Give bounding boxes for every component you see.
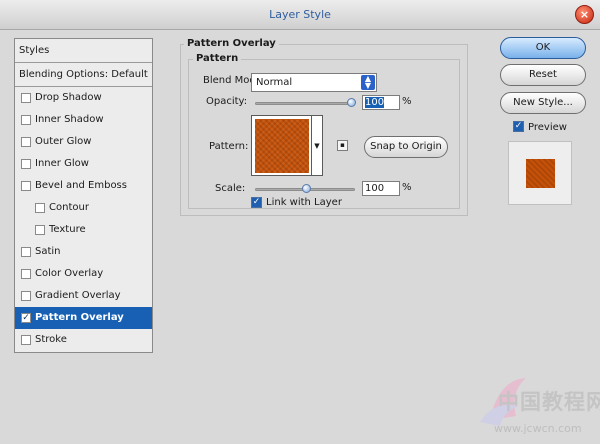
style-item-label: Bevel and Emboss xyxy=(35,180,127,191)
style-item[interactable]: Texture xyxy=(15,219,152,241)
style-item-label: Satin xyxy=(35,246,61,257)
style-checkbox[interactable] xyxy=(21,137,31,147)
snap-to-origin-button[interactable]: Snap to Origin xyxy=(364,136,448,158)
watermark-chinese: 中国教程网 xyxy=(498,390,600,414)
style-checkbox[interactable]: ✓ xyxy=(21,313,31,323)
style-item-label: Drop Shadow xyxy=(35,92,102,103)
scale-percent-sign: % xyxy=(402,182,412,193)
style-item-label: Contour xyxy=(49,202,89,213)
style-item-label: Color Overlay xyxy=(35,268,104,279)
style-item-label: Gradient Overlay xyxy=(35,290,121,301)
pattern-dropdown-arrow-icon[interactable]: ▼ xyxy=(312,115,323,176)
pattern-label: Pattern: xyxy=(209,141,249,152)
reset-button[interactable]: Reset xyxy=(500,64,586,86)
scale-slider[interactable] xyxy=(255,184,355,193)
opacity-input[interactable]: 100 xyxy=(362,95,400,110)
dropdown-arrow-icon: ▲ ▼ xyxy=(361,75,375,90)
close-icon[interactable]: × xyxy=(575,5,594,24)
opacity-slider[interactable] xyxy=(255,98,356,107)
style-item-label: Inner Glow xyxy=(35,158,89,169)
style-item[interactable]: Gradient Overlay xyxy=(15,285,152,307)
style-item-label: Inner Shadow xyxy=(35,114,104,125)
styles-list: Styles Blending Options: Default Drop Sh… xyxy=(14,38,153,353)
style-item[interactable]: Inner Shadow xyxy=(15,109,152,131)
blend-mode-value: Normal xyxy=(256,77,293,88)
pattern-picker[interactable] xyxy=(251,115,312,176)
style-item-label: Texture xyxy=(49,224,86,235)
style-item[interactable]: Color Overlay xyxy=(15,263,152,285)
opacity-label: Opacity: xyxy=(206,96,248,107)
opacity-value: 100 xyxy=(365,97,385,108)
styles-header[interactable]: Styles xyxy=(15,39,152,63)
style-checkbox[interactable] xyxy=(21,93,31,103)
style-checkbox[interactable] xyxy=(21,181,31,191)
scale-label: Scale: xyxy=(215,183,246,194)
scale-slider-thumb[interactable] xyxy=(301,184,311,193)
style-item[interactable]: Satin xyxy=(15,241,152,263)
style-item[interactable]: Contour xyxy=(15,197,152,219)
style-checkbox[interactable] xyxy=(21,335,31,345)
style-checkbox[interactable] xyxy=(35,225,45,235)
preview-label: Preview xyxy=(528,122,567,133)
watermark: 中国教程网 www.jcwcn.com xyxy=(470,370,600,440)
style-item-label: Stroke xyxy=(35,334,67,345)
opacity-slider-thumb[interactable] xyxy=(347,98,356,107)
group-title: Pattern xyxy=(193,53,242,64)
scale-input[interactable]: 100 xyxy=(362,181,400,196)
blending-options[interactable]: Blending Options: Default xyxy=(15,63,152,87)
style-checkbox[interactable] xyxy=(21,269,31,279)
new-preset-icon[interactable]: ▪ xyxy=(337,140,348,151)
style-item[interactable]: Outer Glow xyxy=(15,131,152,153)
link-with-layer-label: Link with Layer xyxy=(266,197,342,208)
section-title: Pattern Overlay xyxy=(184,38,279,49)
preview-thumbnail xyxy=(508,141,572,205)
style-checkbox[interactable] xyxy=(21,115,31,125)
pattern-swatch xyxy=(255,119,309,173)
preview-swatch xyxy=(526,159,555,188)
style-item-label: Pattern Overlay xyxy=(35,312,124,323)
style-item[interactable]: Stroke xyxy=(15,329,152,351)
style-checkbox[interactable] xyxy=(35,203,45,213)
style-item[interactable]: ✓ Pattern Overlay xyxy=(15,307,152,329)
ok-button[interactable]: OK xyxy=(500,37,586,59)
watermark-url: www.jcwcn.com xyxy=(494,422,582,435)
style-item-label: Outer Glow xyxy=(35,136,92,147)
style-item[interactable]: Inner Glow xyxy=(15,153,152,175)
style-checkbox[interactable] xyxy=(21,247,31,257)
window-title: Layer Style xyxy=(269,8,331,21)
style-checkbox[interactable] xyxy=(21,291,31,301)
opacity-percent-sign: % xyxy=(402,96,412,107)
preview-checkbox[interactable]: ✓ xyxy=(513,121,524,132)
style-checkbox[interactable] xyxy=(21,159,31,169)
link-with-layer-checkbox[interactable]: ✓ xyxy=(251,197,262,208)
style-item[interactable]: Drop Shadow xyxy=(15,87,152,109)
new-style-button[interactable]: New Style... xyxy=(500,92,586,114)
blend-mode-select[interactable]: Normal ▲ ▼ xyxy=(251,73,377,92)
style-item[interactable]: Bevel and Emboss xyxy=(15,175,152,197)
title-bar: Layer Style × xyxy=(0,0,600,30)
